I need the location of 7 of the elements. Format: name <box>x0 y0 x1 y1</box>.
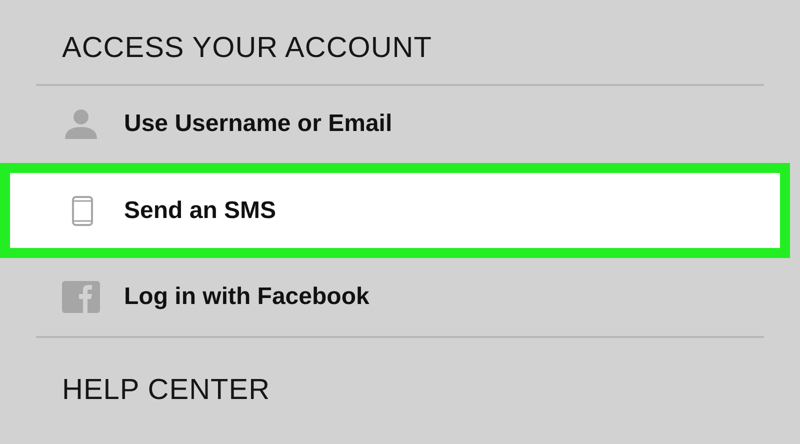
person-icon <box>62 109 100 140</box>
section-heading: HELP CENTER <box>62 374 270 408</box>
menu-item[interactable]: Log in with Facebook <box>0 258 790 336</box>
section-heading: ACCESS YOUR ACCOUNT <box>62 32 432 65</box>
menu-item[interactable]: Use Username or Email <box>0 86 790 164</box>
facebook-icon <box>62 280 100 313</box>
selected-menu-item[interactable]: Send an SMS <box>0 163 790 258</box>
